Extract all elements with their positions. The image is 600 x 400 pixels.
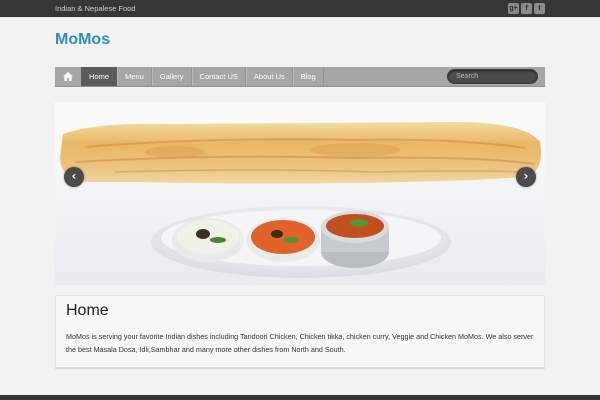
facebook-icon[interactable]: f <box>521 3 532 14</box>
main-nav: Home Menu Gallery Contact US About Us Bl… <box>55 67 545 87</box>
masala-dosa-photo <box>55 102 545 285</box>
google-plus-icon[interactable]: g+ <box>508 3 519 14</box>
footer-bar <box>0 395 600 400</box>
content-box: Home MoMos is serving your favorite Indi… <box>55 295 545 369</box>
nav-items: Home Menu Gallery Contact US About Us Bl… <box>81 67 324 86</box>
nav-item-gallery[interactable]: Gallery <box>151 67 192 86</box>
image-slider: ‹ › <box>55 102 545 285</box>
search-input[interactable]: Search <box>447 69 538 84</box>
chevron-right-icon: › <box>523 169 529 183</box>
site-logo[interactable]: MoMos <box>55 31 110 49</box>
nav-item-blog[interactable]: Blog <box>292 67 324 86</box>
nav-item-menu[interactable]: Menu <box>117 67 152 86</box>
home-icon[interactable] <box>55 67 81 86</box>
page-description: MoMos is serving your favorite Indian di… <box>66 332 534 354</box>
page-title: Home <box>66 302 109 319</box>
slider-prev-button[interactable]: ‹ <box>64 167 84 187</box>
site-tagline: Indian & Nepalese Food <box>55 4 136 13</box>
twitter-icon[interactable]: t <box>534 3 545 14</box>
nav-item-contact[interactable]: Contact US <box>191 67 246 86</box>
nav-item-about[interactable]: About Us <box>245 67 293 86</box>
top-bar: Indian & Nepalese Food g+ f t <box>0 0 600 17</box>
social-links: g+ f t <box>508 3 545 14</box>
chevron-left-icon: ‹ <box>71 169 77 183</box>
nav-item-home[interactable]: Home <box>81 67 118 86</box>
slider-next-button[interactable]: › <box>516 167 536 187</box>
